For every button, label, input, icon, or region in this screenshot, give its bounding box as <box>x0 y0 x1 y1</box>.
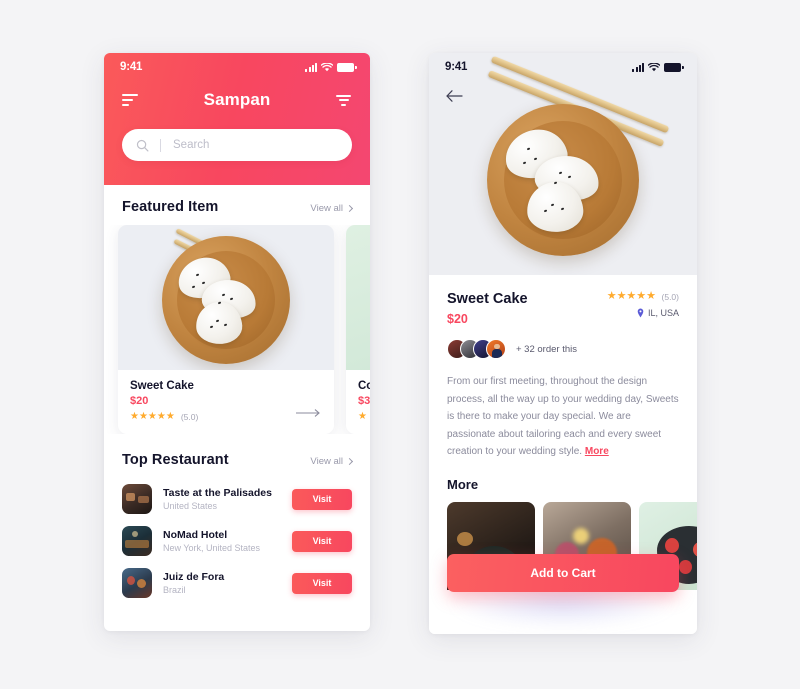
restaurant-title: Top Restaurant <box>122 452 229 468</box>
gallery-title: More <box>447 476 479 492</box>
arrow-left-icon[interactable] <box>445 89 463 103</box>
featured-section-header: Featured Item View all <box>104 185 370 225</box>
restaurant-location: Brazil <box>163 585 186 595</box>
restaurant-list: Taste at the Palisades United States Vis… <box>104 478 370 620</box>
featured-card-image <box>346 225 370 370</box>
app-header: 9:41 Sampan <box>104 53 370 185</box>
cellular-bars-icon <box>305 62 317 72</box>
read-more-link[interactable]: More <box>585 446 609 457</box>
featured-card-body: Sweet Cake $20 ★★★★★ (5.0) <box>118 370 334 434</box>
product-detail: Sweet Cake $20 ★★★★★ (5.0) IL, USA + 32 … <box>429 275 697 492</box>
star-rating-icons: ★★★★★ <box>606 290 657 302</box>
status-time: 9:41 <box>445 61 468 73</box>
featured-card-price: $20 <box>130 395 149 407</box>
restaurant-row[interactable]: Taste at the Palisades United States Vis… <box>122 478 352 520</box>
wifi-icon <box>648 62 660 71</box>
featured-card-rating: ★ <box>358 412 370 422</box>
nav-row: Sampan <box>104 81 370 119</box>
featured-card[interactable]: Co $30 ★ <box>346 225 370 434</box>
chevron-right-icon <box>345 457 354 466</box>
battery-full-icon <box>664 62 684 72</box>
restaurant-info: NoMad Hotel New York, United States <box>163 529 281 553</box>
featured-card-image <box>118 225 334 370</box>
battery-full-icon <box>337 62 357 72</box>
product-description: From our first meeting, throughout the d… <box>447 373 679 461</box>
visit-button[interactable]: Visit <box>292 488 352 510</box>
restaurant-name: Juiz de Fora <box>163 571 225 583</box>
cellular-bars-icon <box>632 62 644 72</box>
search-divider <box>160 138 161 152</box>
product-rating-value: (5.0) <box>661 291 679 302</box>
restaurant-info: Juiz de Fora Brazil <box>163 571 281 595</box>
status-bar: 9:41 <box>104 53 370 81</box>
add-to-cart-button[interactable]: Add to Cart <box>447 554 679 592</box>
status-bar: 9:41 <box>429 53 697 81</box>
restaurant-row[interactable]: NoMad Hotel New York, United States Visi… <box>122 520 352 562</box>
featured-card-price: $30 <box>358 395 370 407</box>
product-meta: ★★★★★ (5.0) IL, USA <box>607 291 679 319</box>
featured-card-name: Co <box>358 380 370 392</box>
phone-home-screen: 9:41 Sampan Search Featured Item View al… <box>104 53 370 631</box>
cart-footer: Add to Cart <box>429 548 697 634</box>
restaurant-info: Taste at the Palisades United States <box>163 487 281 511</box>
app-title: Sampan <box>203 90 271 109</box>
restaurant-location: New York, United States <box>163 543 261 553</box>
star-rating-icons: ★★★★★ <box>130 411 175 422</box>
phone-detail-screen: 9:41 Sweet Cake $20 ★★★★★ (5.0) IL, USA … <box>429 53 697 634</box>
search-input[interactable] <box>173 139 338 151</box>
restaurant-row[interactable]: Juiz de Fora Brazil Visit <box>122 562 352 604</box>
visit-button[interactable]: Visit <box>292 530 352 552</box>
wifi-icon <box>321 62 333 71</box>
restaurant-view-all-label: View all <box>310 456 343 467</box>
featured-card-rating: ★★★★★ (5.0) <box>130 411 322 423</box>
featured-card[interactable]: Sweet Cake $20 ★★★★★ (5.0) <box>118 225 334 434</box>
restaurant-thumbnail <box>122 526 152 556</box>
featured-view-all-label: View all <box>310 203 343 214</box>
featured-card-body: Co $30 ★ <box>346 370 370 434</box>
dumpling-bowl-photo <box>429 53 697 275</box>
order-count-row: + 32 order this <box>447 339 679 359</box>
featured-card-name: Sweet Cake <box>130 380 194 392</box>
chevron-right-icon <box>345 204 354 213</box>
avatar-group <box>447 339 506 359</box>
search-icon <box>136 139 149 151</box>
screenshot-canvas: 9:41 Sampan Search Featured Item View al… <box>0 0 800 689</box>
product-price: $20 <box>447 312 468 326</box>
product-location: IL, USA <box>607 308 679 318</box>
star-rating-icons: ★ <box>358 411 367 422</box>
product-name: Sweet Cake <box>447 291 528 307</box>
dumpling-bowl-photo <box>118 225 334 370</box>
product-name-price: Sweet Cake $20 <box>447 291 528 326</box>
map-pin-icon <box>637 308 644 318</box>
restaurant-name: Taste at the Palisades <box>163 487 272 499</box>
restaurant-thumbnail <box>122 484 152 514</box>
arrow-right-icon[interactable] <box>296 408 322 418</box>
featured-carousel[interactable]: Sweet Cake $20 ★★★★★ (5.0) Co $30 <box>104 225 370 434</box>
order-count-label: + 32 order this <box>516 343 577 355</box>
product-title-row: Sweet Cake $20 ★★★★★ (5.0) IL, USA <box>447 291 679 327</box>
avatar <box>486 339 506 359</box>
featured-title: Featured Item <box>122 199 219 215</box>
restaurant-name: NoMad Hotel <box>163 529 228 541</box>
status-time: 9:41 <box>120 61 143 73</box>
hero-image: 9:41 <box>429 53 697 275</box>
visit-button[interactable]: Visit <box>292 572 352 594</box>
product-description-text: From our first meeting, throughout the d… <box>447 376 679 457</box>
featured-view-all[interactable]: View all <box>310 203 354 214</box>
hamburger-menu-icon[interactable] <box>122 94 138 106</box>
restaurant-view-all[interactable]: View all <box>310 456 354 467</box>
filter-funnel-icon[interactable] <box>336 94 352 106</box>
product-rating: ★★★★★ (5.0) <box>607 291 679 302</box>
product-location-label: IL, USA <box>647 308 679 318</box>
status-icons <box>305 62 357 72</box>
status-icons <box>632 62 684 72</box>
restaurant-thumbnail <box>122 568 152 598</box>
restaurant-location: United States <box>163 501 218 511</box>
search-bar[interactable] <box>122 129 352 161</box>
restaurant-section-header: Top Restaurant View all <box>104 434 370 478</box>
featured-card-rating-value: (5.0) <box>180 412 199 422</box>
